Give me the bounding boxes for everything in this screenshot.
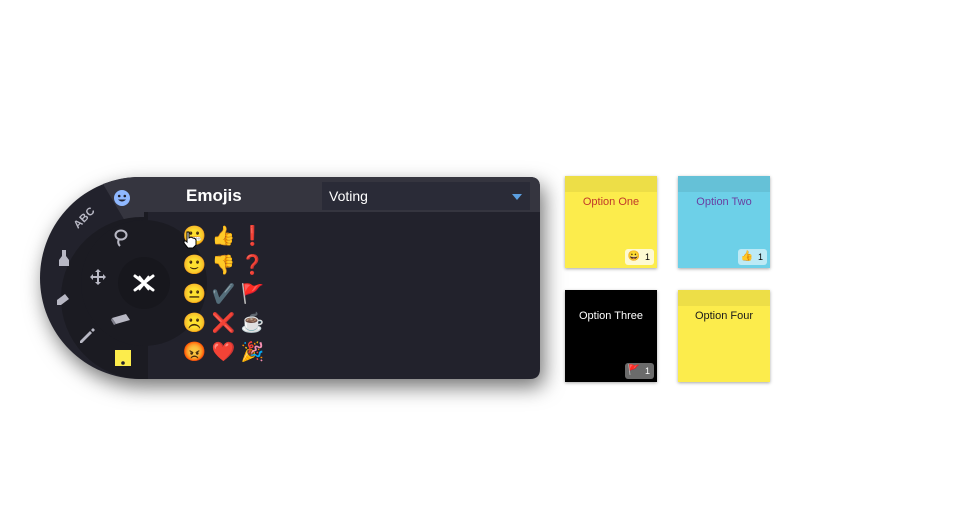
emoji-button[interactable]: 🎉	[238, 338, 267, 367]
highlighter-icon	[59, 250, 69, 266]
vote-badge[interactable]: 👍 1	[737, 249, 767, 265]
emoji-button[interactable]: 😐	[180, 280, 209, 309]
emoji-button[interactable]: 🙂	[180, 251, 209, 280]
panel-title: Emojis	[186, 186, 242, 205]
vote-emoji: 😀	[627, 251, 640, 262]
note-label: Option Four	[694, 310, 754, 322]
note-top-strip	[678, 176, 770, 192]
vote-count: 1	[757, 252, 763, 262]
vote-count: 1	[644, 366, 650, 376]
sticky-note[interactable]: Option Four	[678, 290, 770, 382]
emoji-tool-button[interactable]	[111, 187, 133, 209]
pen-icon	[80, 328, 95, 343]
collapse-icon	[133, 274, 155, 292]
move-arrows-icon	[90, 269, 106, 285]
emoji-button[interactable]: ❗	[238, 222, 267, 251]
marker-tool-button[interactable]	[52, 287, 74, 309]
emoji-category-dropdown[interactable]: Voting	[322, 182, 530, 210]
note-top-strip	[565, 176, 657, 192]
lasso-tool-button[interactable]	[110, 227, 132, 249]
vote-emoji: 🚩	[627, 365, 640, 376]
emoji-button[interactable]: ❌	[209, 309, 238, 338]
sticky-note[interactable]: Option Three 🚩 1	[565, 290, 657, 382]
emoji-button[interactable]: 👍	[209, 222, 238, 251]
dropdown-selected-value: Voting	[329, 188, 368, 204]
emoji-button[interactable]: 😬	[180, 222, 209, 251]
emoji-button[interactable]: ☹️	[180, 309, 209, 338]
vote-count: 1	[644, 252, 650, 262]
note-top-strip	[678, 290, 770, 306]
eraser-tool-button[interactable]	[110, 308, 132, 330]
note-label: Option Two	[696, 196, 752, 208]
note-top-strip	[565, 290, 657, 306]
emoji-button[interactable]: 🚩	[238, 280, 267, 309]
move-tool-button[interactable]	[87, 266, 109, 288]
vote-badge[interactable]: 😀 1	[624, 249, 654, 265]
sticky-note-icon	[115, 350, 131, 366]
note-label: Option Three	[578, 310, 643, 322]
emoji-button[interactable]: 😡	[180, 338, 209, 367]
highlighter-tool-button[interactable]	[53, 247, 75, 269]
pen-tool-button[interactable]	[76, 325, 98, 347]
vote-emoji: 👍	[740, 251, 753, 262]
smiley-icon	[114, 190, 130, 206]
note-label: Option One	[582, 196, 640, 208]
sticky-note-tool-button[interactable]	[112, 347, 134, 369]
eraser-icon	[111, 314, 130, 325]
chevron-down-icon	[512, 194, 522, 200]
radial-tool-menu: ABC Emojis Voting 😬 👍 ❗ 🙂 👎 ❓ 😐 ✔️ 🚩 ☹️ …	[40, 177, 540, 379]
emoji-button[interactable]: ✔️	[209, 280, 238, 309]
sticky-note[interactable]: Option One 😀 1	[565, 176, 657, 268]
emoji-button[interactable]: ❓	[238, 251, 267, 280]
vote-badge[interactable]: 🚩 1	[624, 363, 654, 379]
sticky-note[interactable]: Option Two 👍 1	[678, 176, 770, 268]
radial-menu-close-hub[interactable]	[118, 257, 170, 309]
emoji-grid: 😬 👍 ❗ 🙂 👎 ❓ 😐 ✔️ 🚩 ☹️ ❌ ☕ 😡 ❤️ 🎉	[180, 222, 267, 367]
marker-icon	[57, 294, 69, 305]
emoji-button[interactable]: 👎	[209, 251, 238, 280]
lasso-icon	[114, 229, 128, 247]
emoji-button[interactable]: ☕	[238, 309, 267, 338]
emoji-button[interactable]: ❤️	[209, 338, 238, 367]
